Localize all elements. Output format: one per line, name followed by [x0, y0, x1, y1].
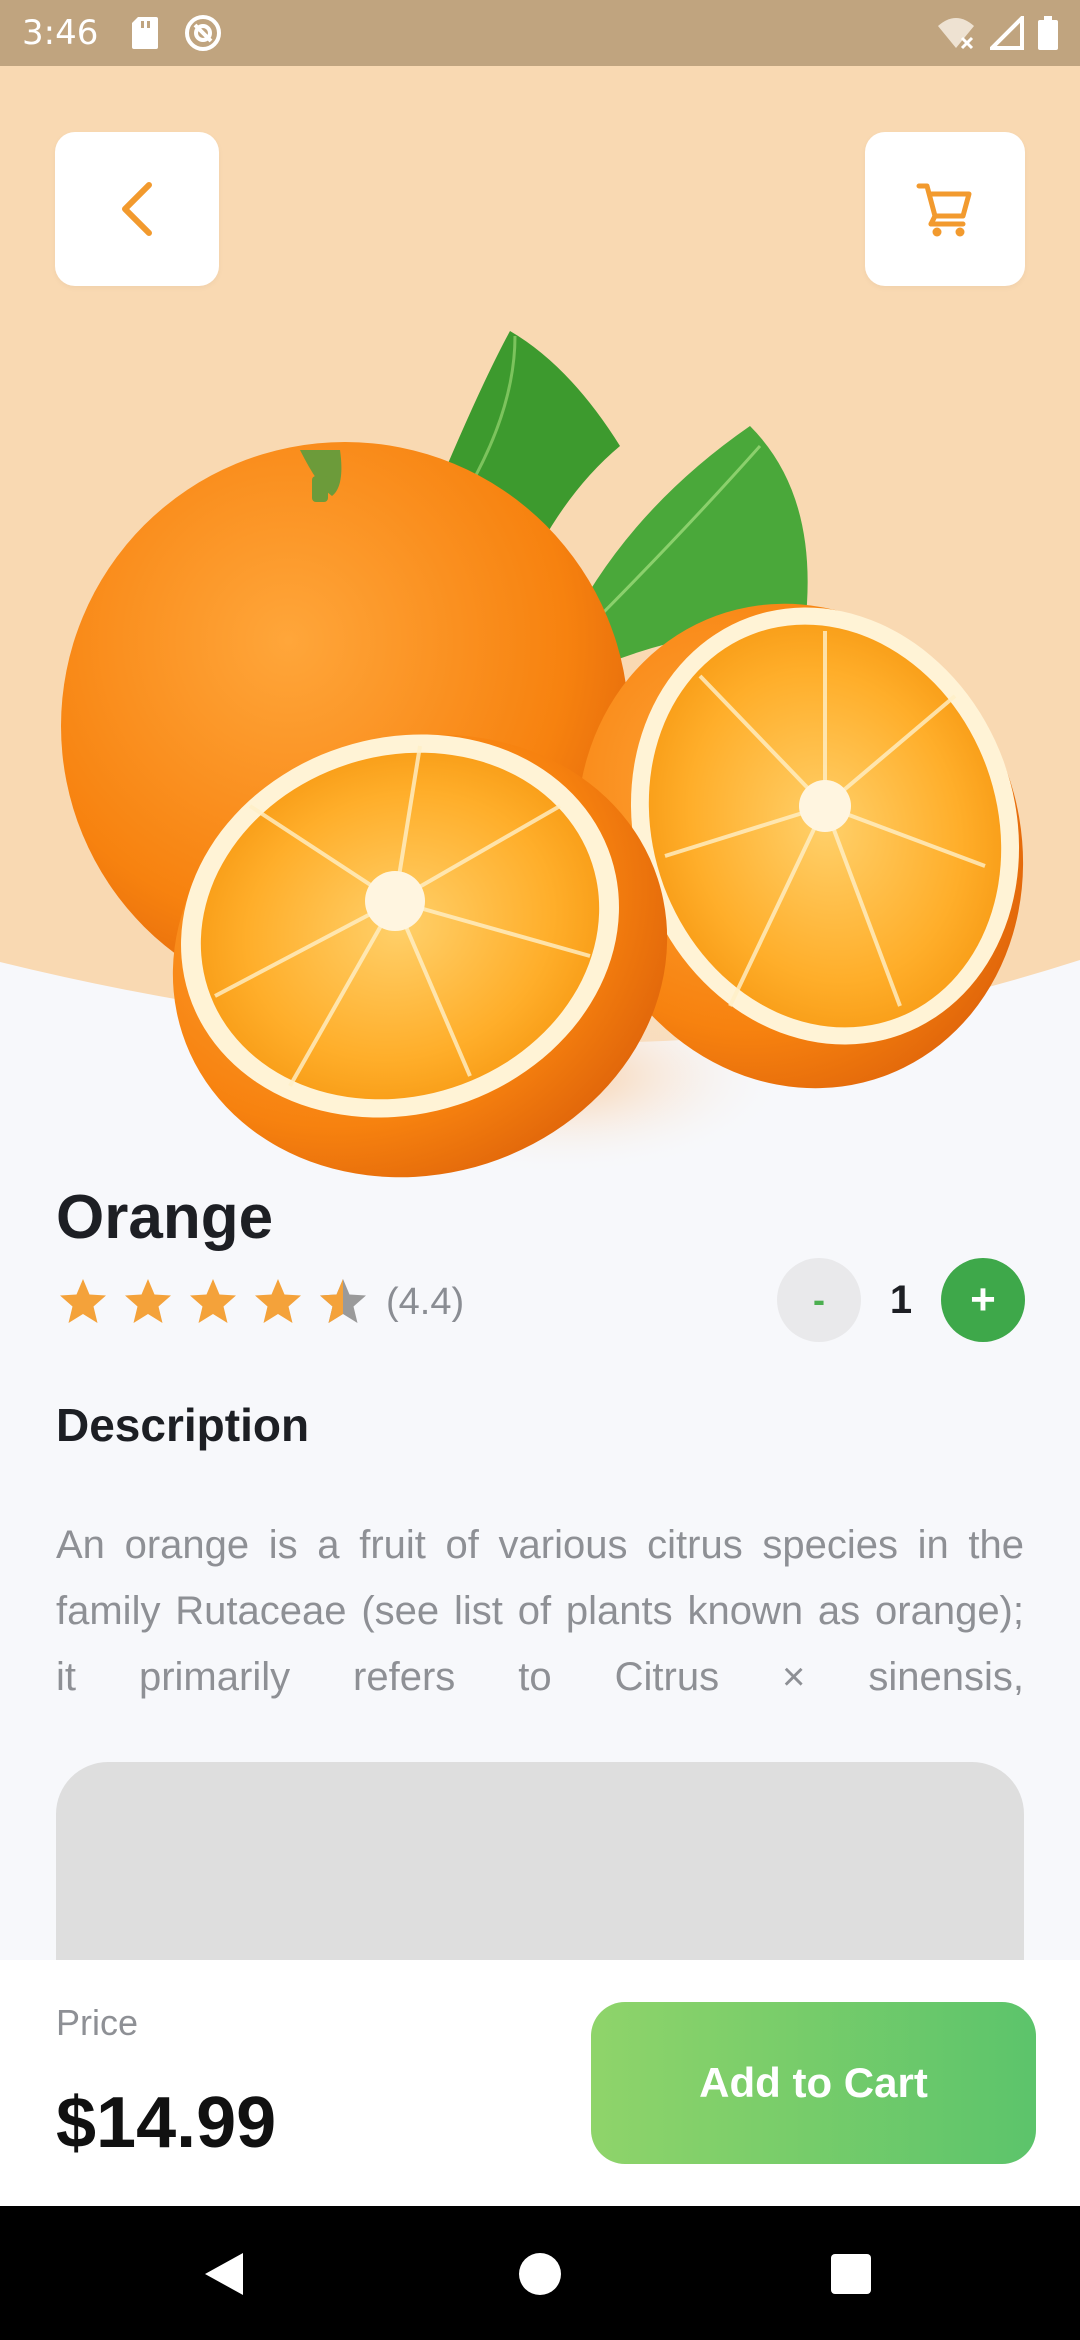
shopping-cart-icon	[916, 183, 972, 237]
at-sign-icon	[185, 15, 222, 51]
star-filled-icon	[125, 1279, 171, 1323]
quantity-stepper: - 1 +	[777, 1258, 1025, 1342]
navigation-bar	[0, 2206, 1080, 2340]
product-name: Orange	[56, 1183, 274, 1252]
battery-icon	[1038, 16, 1058, 50]
cart-button[interactable]	[865, 132, 1025, 286]
description-text: An orange is a fruit of various citrus s…	[56, 1523, 1024, 1699]
add-to-cart-button[interactable]: Add to Cart	[591, 2002, 1036, 2164]
back-button[interactable]	[55, 132, 219, 286]
rating-stars	[58, 1277, 368, 1327]
decrease-quantity-button[interactable]: -	[777, 1258, 861, 1342]
bottom-bar: Price $14.99 Add to Cart	[0, 1960, 1080, 2206]
status-time: 3:46	[22, 13, 99, 53]
signal-icon	[990, 16, 1024, 50]
star-half-icon	[320, 1279, 366, 1323]
product-hero	[0, 66, 1080, 1226]
rating-row: (4.4)	[58, 1270, 464, 1334]
nav-back-icon[interactable]	[203, 2251, 245, 2297]
increase-quantity-button[interactable]: +	[941, 1258, 1025, 1342]
star-filled-icon	[60, 1279, 106, 1323]
orange-image	[61, 331, 1024, 1178]
quantity-value: 1	[889, 1277, 913, 1322]
star-filled-icon	[190, 1279, 236, 1323]
content-placeholder	[56, 1762, 1024, 1962]
nav-recents-icon[interactable]	[830, 2253, 872, 2295]
description-title: Description	[56, 1399, 310, 1451]
chevron-left-icon	[122, 182, 152, 236]
wifi-off-icon	[938, 18, 974, 50]
sd-card-icon	[132, 17, 159, 49]
rating-value: (4.4)	[386, 1280, 465, 1323]
price-value: $14.99	[56, 2083, 277, 2163]
star-filled-icon	[255, 1279, 301, 1323]
price-label: Price	[56, 2002, 139, 2043]
status-bar: 3:46	[0, 0, 1080, 66]
nav-home-icon[interactable]	[518, 2252, 562, 2296]
